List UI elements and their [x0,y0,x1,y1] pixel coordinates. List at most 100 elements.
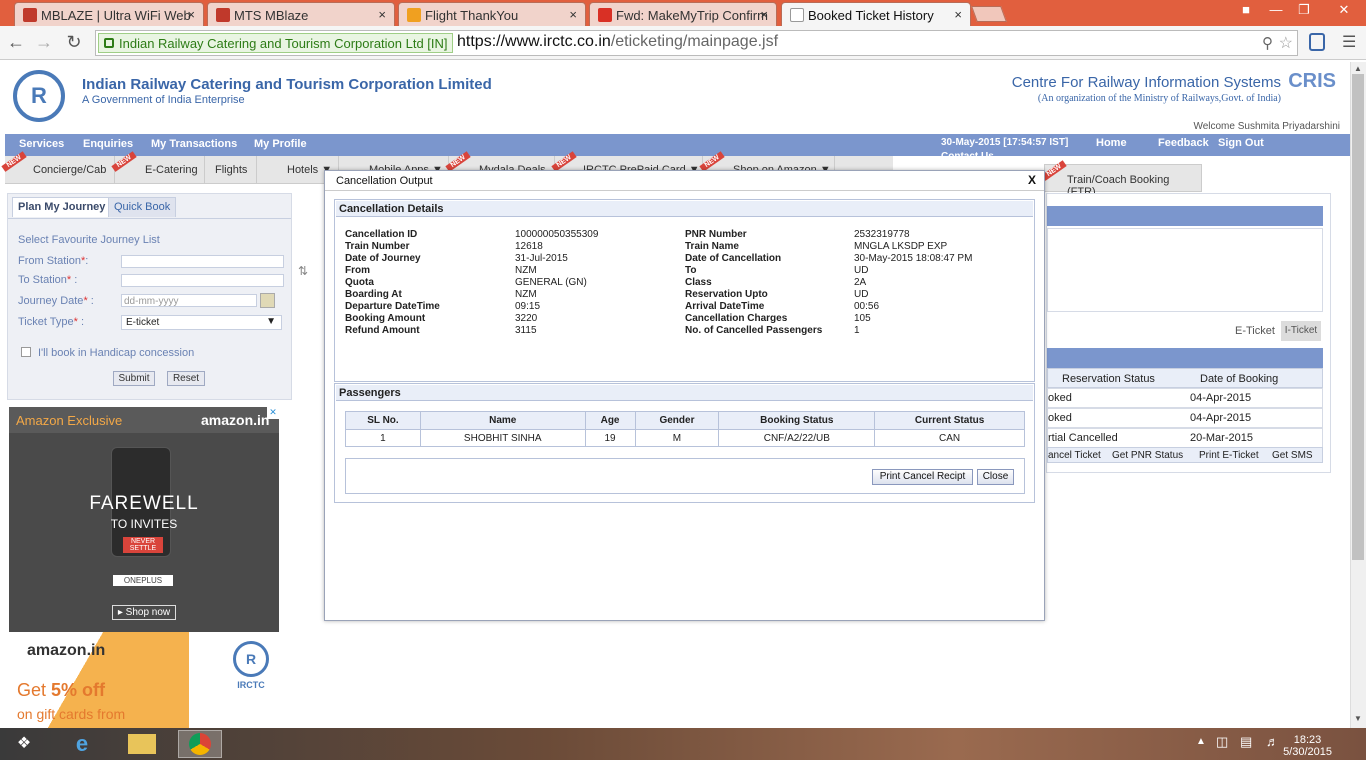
menu-services[interactable]: Services [19,138,64,150]
browser-tab-3[interactable]: Flight ThankYou × [398,2,586,26]
subnav-label: Concierge/Cab [33,164,107,176]
eticket-tab[interactable]: E-Ticket [1235,325,1275,337]
browser-tab-2[interactable]: MTS MBlaze × [207,2,395,26]
calendar-icon[interactable] [260,293,275,308]
scroll-down-icon[interactable]: ▼ [1354,714,1362,723]
close-button[interactable]: Close [977,469,1014,485]
browser-tab-5-active[interactable]: Booked Ticket History × [781,2,971,26]
shop-now-button[interactable]: ▸ Shop now [112,605,176,620]
maximize-icon[interactable]: ❐ [1290,0,1318,20]
cancellation-output-dialog: Cancellation Output X Cancellation Detai… [324,170,1045,621]
dialog-button-bar: Print Cancel Recipt Close [345,458,1025,494]
sign-out-link[interactable]: Sign Out [1218,137,1264,149]
detail-value: 105 [854,313,871,324]
col-name: Name [419,411,586,430]
submit-button[interactable]: Submit [113,371,155,386]
menu-icon[interactable]: ☰ [1342,32,1356,52]
subnav-ecatering[interactable]: NEW E-Catering [111,151,205,184]
tray-device-icon[interactable]: ◫ [1216,734,1228,750]
cancel-ticket-button[interactable]: ancel Ticket [1048,450,1101,461]
search-icon[interactable]: ⚲ [1262,34,1273,52]
subnav-concierge[interactable]: NEW Concierge/Cab [1,151,115,184]
dialog-close-icon[interactable]: X [1028,173,1036,187]
iticket-tab[interactable]: I-Ticket [1281,321,1321,341]
volume-icon[interactable]: ♬ [1266,734,1279,749]
close-icon[interactable]: × [187,7,195,22]
col-booking-status: Booking Status [718,411,876,430]
irctc-logo[interactable]: R [13,70,65,122]
extension-icon[interactable] [1309,33,1325,51]
window-close-icon[interactable]: ✕ [1326,0,1362,20]
subnav-flights[interactable]: Flights [205,156,257,184]
back-icon[interactable]: ← [6,32,26,52]
print-eticket-button[interactable]: Print E-Ticket [1199,450,1259,461]
get-sms-button[interactable]: Get SMS [1272,450,1313,461]
close-icon[interactable]: × [760,7,768,22]
row-date: 04-Apr-2015 [1190,412,1252,424]
amazon-giftcard-ad[interactable]: amazon.in Get 5% off on gift cards from [9,632,189,728]
detail-label: Refund Amount [345,325,420,336]
favourite-journey-link[interactable]: Select Favourite Journey List [18,234,160,246]
close-icon[interactable]: × [569,7,577,22]
contact-us-link[interactable]: Contact Us [941,151,994,162]
internet-explorer-icon[interactable]: e [60,730,104,758]
tab-title: MTS MBlaze [234,8,309,23]
journey-date-input[interactable]: dd-mm-yyyy [121,294,257,307]
reset-button[interactable]: Reset [167,371,205,386]
address-bar[interactable]: Indian Railway Catering and Tourism Corp… [95,30,1298,56]
chrome-icon[interactable] [178,730,222,758]
tab-plan-my-journey[interactable]: Plan My Journey [12,197,112,217]
star-icon[interactable]: ☆ [1279,33,1293,53]
scrollbar-thumb[interactable] [1352,74,1364,560]
print-cancel-receipt-button[interactable]: Print Cancel Recipt [872,469,973,485]
history-row[interactable]: oked 04-Apr-2015 [1047,388,1323,408]
user-icon[interactable]: ■ [1232,0,1260,20]
ev-certificate-badge[interactable]: Indian Railway Catering and Tourism Corp… [98,33,453,53]
menu-enquiries[interactable]: Enquiries [83,138,133,150]
handicap-checkbox[interactable] [21,347,31,357]
new-tab-button[interactable] [971,6,1007,22]
menu-my-transactions[interactable]: My Transactions [151,138,237,150]
adchoices-icon[interactable]: ✕ [267,407,279,419]
browser-toolbar: ← → ↻ Indian Railway Catering and Touris… [0,26,1366,60]
feedback-link[interactable]: Feedback [1158,137,1209,149]
to-station-input[interactable] [121,274,284,287]
ev-label: Indian Railway Catering and Tourism Corp… [119,36,448,51]
swap-icon[interactable]: ⇅ [298,264,308,278]
reload-icon[interactable]: ↻ [64,32,84,52]
journey-date-label: Journey Date [18,295,84,307]
org-subtitle: A Government of India Enterprise [82,94,245,106]
minimize-icon[interactable]: — [1262,0,1290,20]
start-icon[interactable]: ❖ [2,730,46,758]
ticket-type-select[interactable]: E-ticket ▼ [121,315,282,330]
forward-icon[interactable]: → [34,32,54,52]
detail-value: 2532319778 [854,229,910,240]
detail-value: 2A [854,277,867,288]
taskbar-clock[interactable]: 18:23 5/30/2015 [1283,734,1332,758]
history-row[interactable]: rtial Cancelled 20-Mar-2015 [1047,428,1323,448]
menu-my-profile[interactable]: My Profile [254,138,307,150]
ftr-tab[interactable]: NEW Train/Coach Booking (FTR) [1041,160,1202,198]
home-link[interactable]: Home [1096,137,1127,149]
panel-body [1047,228,1323,312]
row-status: rtial Cancelled [1048,432,1118,444]
from-station-input[interactable] [121,255,284,268]
file-explorer-icon[interactable] [120,730,164,758]
detail-value: 31-Jul-2015 [515,253,568,264]
tab-quick-book[interactable]: Quick Book [108,197,177,217]
irctc-label: IRCTC [237,680,265,690]
close-icon[interactable]: × [378,7,386,22]
browser-tab-1[interactable]: MBLAZE | Ultra WiFi Web × [14,2,204,26]
from-station-label: From Station [18,255,81,267]
url-text[interactable]: https://www.irctc.co.in/eticketing/mainp… [457,33,778,51]
cris-logo: CRIS [1288,70,1336,92]
get-pnr-status-button[interactable]: Get PNR Status [1112,450,1183,461]
close-icon[interactable]: × [954,7,962,22]
passengers-header-row: SL No. Name Age Gender Booking Status Cu… [345,411,1025,430]
scroll-up-icon[interactable]: ▲ [1354,64,1362,73]
network-icon[interactable]: ▤ [1240,734,1252,750]
tray-arrow-icon[interactable]: ▲ [1196,736,1206,747]
history-row[interactable]: oked 04-Apr-2015 [1047,408,1323,428]
browser-tab-4[interactable]: Fwd: MakeMyTrip Confirm × [589,2,777,26]
amazon-oneplus-ad[interactable]: Amazon Exclusive amazon.in ✕ FAREWELL TO… [9,407,279,632]
